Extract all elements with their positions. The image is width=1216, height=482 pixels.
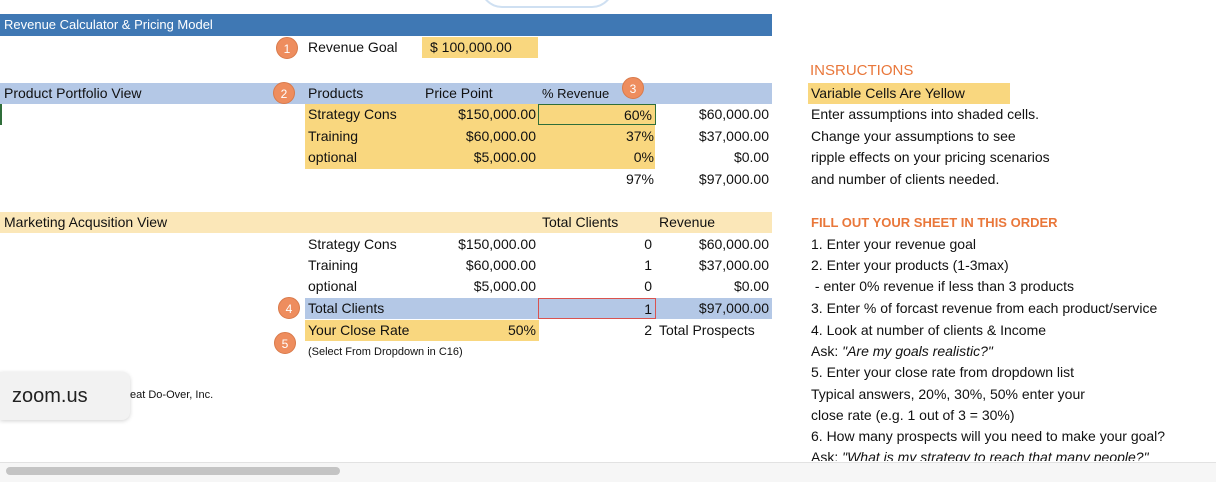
portfolio-row-pct-1[interactable]: 60% — [538, 104, 656, 125]
row-marker — [0, 104, 2, 125]
close-rate-dropdown[interactable]: 50% — [420, 320, 536, 341]
order-heading: FILL OUT YOUR SHEET IN THIS ORDER — [811, 215, 1058, 230]
marketing-row-price-2: $60,000.00 — [465, 257, 536, 273]
marketing-row-revenue-3: $0.00 — [733, 278, 769, 294]
step-line-4: 3. Enter % of forcast revenue from each … — [811, 300, 1158, 316]
step-line-1: 1. Enter your revenue goal — [811, 236, 976, 252]
portfolio-row-price-3[interactable]: $5,000.00 — [420, 147, 536, 168]
instruction-line-2: Change your assumptions to see — [811, 128, 1016, 144]
portfolio-row-amount-1: $60,000.00 — [698, 106, 769, 122]
total-prospects-label: Total Prospects — [659, 322, 755, 338]
marketing-row-clients-1: 0 — [644, 236, 652, 252]
step-line-7: Typical answers, 20%, 30%, 50% enter you… — [811, 386, 1085, 402]
revenue-goal-label: Revenue Goal — [308, 39, 398, 55]
marketing-row-name-3: optional — [308, 278, 358, 294]
portfolio-row-price-1[interactable]: $150,000.00 — [420, 104, 536, 125]
portfolio-row-pct-2[interactable]: 37% — [540, 126, 654, 147]
pct-revenue-header: % Revenue — [542, 86, 610, 101]
step-badge-4: 4 — [278, 297, 300, 319]
marketing-section-label: Marketing Acqusition View — [4, 214, 168, 230]
portfolio-section-label: Product Portfolio View — [4, 85, 142, 101]
total-clients-label: Total Clients — [308, 300, 385, 316]
portfolio-total-pct: 97% — [625, 171, 654, 187]
portfolio-row-name-2[interactable]: Training — [308, 126, 358, 147]
ask-line-2: Ask: "What is my strategy to reach that … — [811, 447, 1149, 461]
marketing-row-clients-3: 0 — [644, 278, 652, 294]
marketing-row-name-1: Strategy Cons — [308, 236, 397, 252]
zoom-label: zoom.us — [12, 385, 88, 407]
step-badge-2: 2 — [273, 82, 295, 104]
portfolio-row-price-2[interactable]: $60,000.00 — [420, 126, 536, 147]
marketing-row-price-3: $5,000.00 — [473, 278, 536, 294]
marketing-row-revenue-1: $60,000.00 — [698, 236, 769, 252]
instructions-heading: INSRUCTIONS — [810, 62, 914, 79]
dropdown-note: (Select From Dropdown in C16) — [308, 346, 463, 358]
marketing-row-clients-2: 1 — [644, 257, 652, 273]
ask-prefix-1: Ask: — [811, 343, 843, 359]
total-clients-value[interactable]: 1 — [538, 298, 656, 319]
marketing-row-price-1: $150,000.00 — [458, 236, 536, 252]
products-header: Products — [308, 85, 364, 101]
ask-quote-1: "Are my goals realistic?" — [842, 343, 993, 359]
revenue-header: Revenue — [659, 214, 716, 230]
step-line-8: close rate (e.g. 1 out of 3 = 30%) — [811, 407, 1015, 423]
instruction-line-4: and number of clients needed. — [811, 171, 1000, 187]
portfolio-row-name-3[interactable]: optional — [308, 147, 357, 168]
portfolio-row-pct-3[interactable]: 0% — [540, 147, 654, 168]
step-line-5: 4. Look at number of clients & Income — [811, 322, 1047, 338]
step-badge-3: 3 — [622, 77, 644, 99]
instruction-line-1: Enter assumptions into shaded cells. — [811, 106, 1040, 122]
total-clients-header: Total Clients — [542, 214, 619, 230]
total-prospects-value: 2 — [644, 322, 652, 338]
step-line-2: 2. Enter your products (1-3max) — [811, 257, 1009, 273]
ask-quote-2: "What is my strategy to reach that many … — [842, 449, 1149, 461]
logo-fragment — [480, 0, 614, 8]
ask-prefix-2: Ask: — [811, 449, 843, 461]
marketing-row-name-2: Training — [308, 257, 359, 273]
price-point-header: Price Point — [425, 85, 493, 101]
total-revenue-value: $97,000.00 — [698, 300, 769, 316]
close-rate-label: Your Close Rate — [308, 322, 410, 338]
variable-note: Variable Cells Are Yellow — [811, 85, 965, 101]
ask-line-1: Ask: "Are my goals realistic?" — [811, 341, 993, 362]
sheet-title: Revenue Calculator & Pricing Model — [4, 17, 213, 32]
step-badge-5: 5 — [274, 332, 296, 354]
portfolio-row-name-1[interactable]: Strategy Cons — [308, 104, 397, 125]
portfolio-row-amount-3: $0.00 — [733, 149, 769, 165]
step-line-6: 5. Enter your close rate from dropdown l… — [811, 364, 1075, 380]
horizontal-scrollbar-thumb[interactable] — [6, 467, 340, 475]
step-line-9: 6. How many prospects will you need to m… — [811, 428, 1166, 444]
step-badge-1: 1 — [276, 37, 298, 59]
portfolio-row-amount-2: $37,000.00 — [698, 128, 769, 144]
revenue-goal-input[interactable]: $ 100,000.00 — [422, 37, 538, 58]
step-line-3: - enter 0% revenue if less than 3 produc… — [811, 278, 1075, 294]
marketing-row-revenue-2: $37,000.00 — [698, 257, 769, 273]
footer-company: eat Do-Over, Inc. — [130, 389, 214, 401]
portfolio-total-amount: $97,000.00 — [698, 171, 769, 187]
instruction-line-3: ripple effects on your pricing scenarios — [811, 149, 1050, 165]
